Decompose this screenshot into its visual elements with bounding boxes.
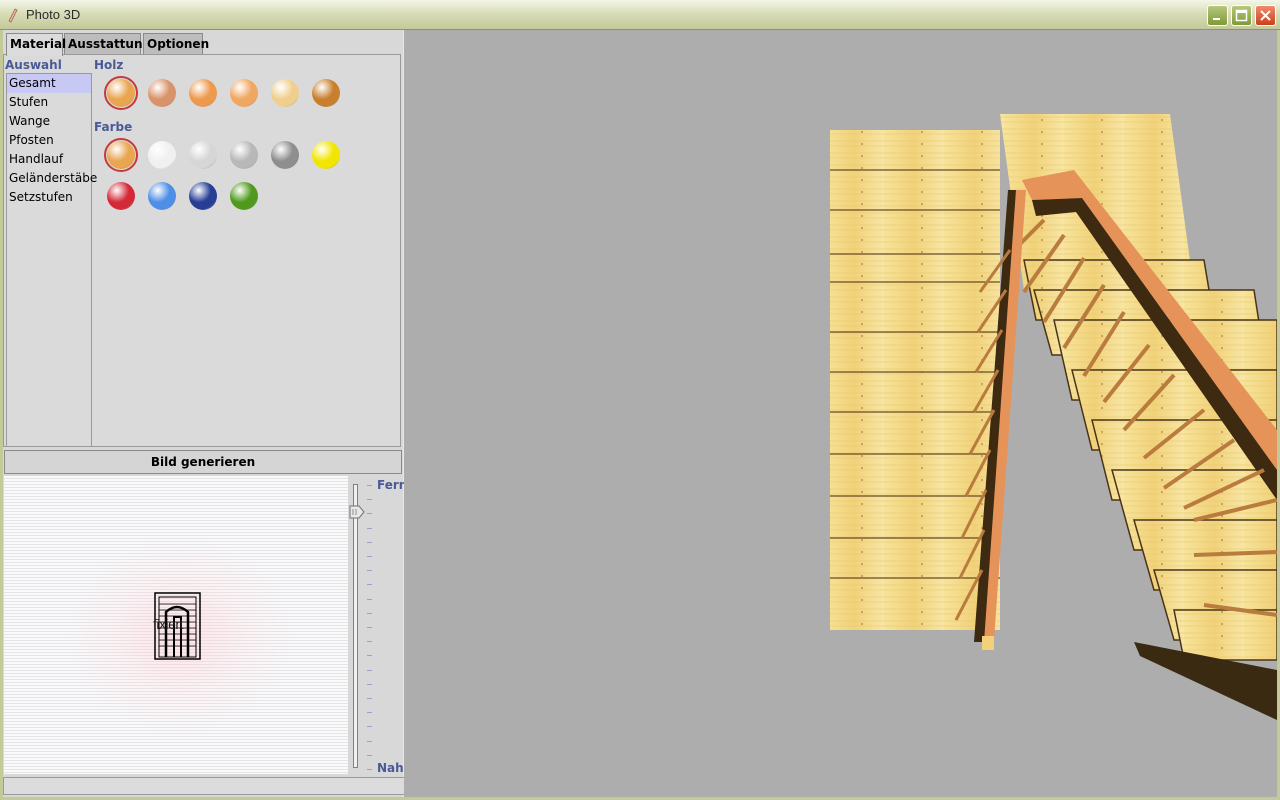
auswahl-list[interactable]: Gesamt Stufen Wange Pfosten Handlauf Gel… (6, 73, 97, 447)
auswahl-label: Auswahl (5, 58, 62, 72)
list-item-pfosten[interactable]: Pfosten (7, 131, 91, 150)
fixed-label: fixiert (153, 616, 183, 632)
scale-tick (367, 726, 372, 728)
scale-tick (367, 584, 372, 586)
farbe-swatch-4[interactable] (230, 141, 258, 169)
scale-tick (367, 570, 372, 572)
tab-optionen[interactable]: Optionen (143, 33, 209, 55)
scale-tick (367, 513, 372, 515)
list-item-wange[interactable]: Wange (7, 112, 91, 131)
farbe-swatch-3[interactable] (189, 141, 217, 169)
scale-tick (367, 527, 372, 529)
farbe-swatch-5[interactable] (271, 141, 299, 169)
tab-material[interactable]: Material (6, 33, 66, 56)
near-label: Nah (377, 761, 404, 775)
farbe-swatch-8[interactable] (148, 182, 176, 210)
tab-ausstattung[interactable]: Ausstattung (64, 33, 151, 55)
distance-slider-thumb[interactable] (349, 505, 365, 519)
scale-tick (367, 669, 372, 671)
app-icon (6, 7, 22, 23)
distance-slider-track[interactable] (353, 484, 358, 768)
scale-tick (367, 740, 372, 742)
generate-image-button[interactable]: Bild generieren (4, 450, 402, 474)
farbe-swatch-2[interactable] (148, 141, 176, 169)
holz-swatch-1[interactable] (107, 79, 135, 107)
list-item-gelaenderstaebe[interactable]: Geländerstäbe (7, 169, 97, 188)
title-bar[interactable]: Photo 3D (0, 0, 1280, 30)
holz-swatch-5[interactable] (271, 79, 299, 107)
render-viewport[interactable] (404, 30, 1277, 797)
minimize-button[interactable] (1207, 5, 1228, 26)
close-button[interactable] (1255, 5, 1276, 26)
scale-tick (367, 612, 372, 614)
scale-tick (367, 698, 372, 699)
window-title: Photo 3D (26, 7, 81, 22)
scale-tick (367, 655, 372, 657)
maximize-icon (1235, 9, 1248, 22)
maximize-button[interactable] (1231, 5, 1252, 26)
material-tab-content: Auswahl Gesamt Stufen Wange Pfosten Hand… (3, 54, 401, 447)
farbe-swatch-7[interactable] (107, 182, 135, 210)
holz-label: Holz (94, 58, 124, 72)
scale-tick (367, 541, 372, 543)
scale-tick (367, 556, 372, 557)
holz-swatch-3[interactable] (189, 79, 217, 107)
list-item-gesamt[interactable]: Gesamt (7, 74, 91, 93)
scale-tick (367, 598, 372, 600)
scale-tick (367, 683, 372, 685)
farbe-swatch-6[interactable] (312, 141, 340, 169)
list-item-setzstufen[interactable]: Setzstufen (7, 188, 91, 207)
farbe-swatch-10[interactable] (230, 182, 258, 210)
list-item-stufen[interactable]: Stufen (7, 93, 91, 112)
holz-swatch-4[interactable] (230, 79, 258, 107)
minimize-icon (1213, 18, 1220, 20)
scale-tick (367, 627, 372, 628)
left-panel: Material Ausstattung Optionen Auswahl Ge… (3, 30, 407, 797)
farbe-label: Farbe (94, 120, 133, 134)
far-label: Fern (377, 478, 408, 492)
staircase-3d-render (830, 114, 1277, 720)
scale-tick (367, 499, 372, 501)
scale-tick (367, 754, 372, 756)
holz-swatch-2[interactable] (148, 79, 176, 107)
farbe-swatch-9[interactable] (189, 182, 217, 210)
close-icon (1260, 10, 1271, 21)
list-item-handlauf[interactable]: Handlauf (7, 150, 91, 169)
scale-tick (367, 485, 372, 486)
farbe-swatch-1[interactable] (107, 141, 135, 169)
scale-tick (367, 712, 372, 714)
scale-tick (367, 641, 372, 643)
holz-swatch-6[interactable] (312, 79, 340, 107)
scale-tick (367, 769, 372, 770)
